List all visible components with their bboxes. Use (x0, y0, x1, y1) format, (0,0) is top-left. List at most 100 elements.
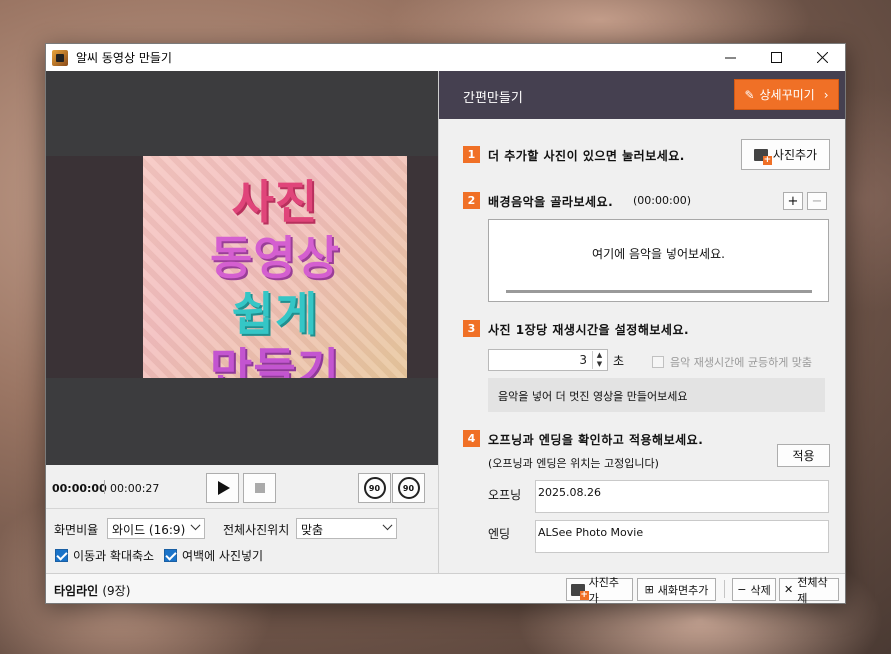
remove-music-button[interactable]: − (807, 192, 827, 210)
detail-decorate-label: 상세꾸미기 (759, 88, 815, 102)
motion-checkbox[interactable]: 이동과 확대축소 (55, 547, 154, 564)
aspect-ratio-select[interactable]: 와이드 (16:9) (107, 518, 205, 539)
apply-button[interactable]: 적용 (777, 444, 830, 467)
sync-to-music-label: 음악 재생시간에 균등하게 맞춤 (670, 356, 813, 369)
close-button[interactable] (799, 44, 845, 71)
preview-side-right (407, 156, 438, 378)
step-1-text: 더 추가할 사진이 있으면 눌러보세요. (488, 149, 685, 163)
plus-icon: + (787, 193, 799, 209)
music-scrollbar[interactable] (506, 290, 812, 293)
opening-value: 2025.08.26 (538, 486, 601, 499)
music-drop-placeholder: 여기에 음악을 넣어보세요. (592, 247, 725, 261)
timeline-count: (9장) (102, 584, 131, 598)
seconds-per-photo-input[interactable]: 3 ▲ ▼ (488, 349, 608, 371)
add-screen-button[interactable]: ⊞ 새화면추가 (637, 578, 716, 601)
total-time: 00:00:27 (110, 482, 160, 495)
add-screen-label: 새화면추가 (657, 583, 709, 597)
close-icon (816, 52, 828, 63)
current-time: 00:00:00 (52, 482, 107, 495)
step-4-number: 4 (463, 430, 480, 447)
checkbox-checked-icon (164, 549, 177, 562)
rotate-right-button[interactable]: 90 (392, 473, 425, 503)
magic-wand-icon: ✎ (744, 87, 755, 102)
detail-decorate-button[interactable]: ✎ 상세꾸미기 › (734, 79, 839, 110)
opening-label: 오프닝 (488, 488, 522, 502)
motion-checkbox-label: 이동과 확대축소 (73, 549, 155, 563)
stop-icon (254, 483, 265, 493)
play-icon (218, 481, 230, 495)
easy-make-panel: 간편만들기 ✎ 상세꾸미기 › 1 더 추가할 사진이 있으면 눌러보세요. +… (438, 71, 845, 573)
app-window: 알씨 동영상 만들기 사진 동영상 쉽게 만들기 00:00:00 00:00:… (45, 43, 846, 605)
add-screen-icon: ⊞ (644, 583, 654, 596)
video-preview: 사진 동영상 쉽게 만들기 (46, 71, 438, 465)
step-4-subtext: (오프닝과 엔딩은 위치는 고정입니다) (488, 457, 659, 470)
maximize-button[interactable] (753, 44, 799, 71)
minus-icon: − (737, 583, 747, 596)
step-1-number: 1 (463, 146, 480, 163)
minimize-button[interactable] (707, 44, 753, 71)
apply-label: 적용 (792, 449, 815, 463)
add-photo-label: 사진추가 (772, 148, 818, 162)
preview-panel: 사진 동영상 쉽게 만들기 00:00:00 00:00:27 90 90 화면… (46, 71, 438, 573)
add-photo-button[interactable]: + 사진추가 (741, 139, 830, 170)
toolbar-divider (724, 580, 725, 598)
title-bar: 알씨 동영상 만들기 (46, 44, 845, 71)
timeline-title-text: 타임라인 (54, 584, 99, 598)
step-2-number: 2 (463, 192, 480, 209)
window-controls (707, 44, 845, 71)
checkbox-unchecked-icon (652, 356, 664, 368)
play-button[interactable] (206, 473, 239, 503)
checkbox-checked-icon (55, 549, 68, 562)
panel-header: 간편만들기 ✎ 상세꾸미기 › (439, 71, 845, 119)
panel-title: 간편만들기 (463, 91, 523, 106)
opening-text-field[interactable]: 2025.08.26 (535, 480, 829, 513)
main-content: 사진 동영상 쉽게 만들기 00:00:00 00:00:27 90 90 화면… (46, 71, 845, 605)
rotate-right-icon: 90 (397, 477, 420, 499)
minus-icon: − (811, 193, 823, 209)
aspect-ratio-value: 와이드 (16:9) (112, 523, 186, 537)
rotate-left-button[interactable]: 90 (358, 473, 391, 503)
music-hint: 음악을 넣어 더 멋진 영상을 만들어보세요 (488, 378, 825, 412)
stop-button[interactable] (243, 473, 276, 503)
window-title: 알씨 동영상 만들기 (76, 51, 172, 65)
spinner-arrows-icon[interactable]: ▲ ▼ (592, 351, 606, 369)
add-photo-icon: + (571, 583, 589, 600)
delete-all-button[interactable]: ✕ 전체삭제 (779, 576, 839, 605)
add-music-button[interactable]: + (783, 192, 803, 210)
maximize-icon (770, 52, 782, 63)
timeline-add-photo-button[interactable]: + 사진추가 (566, 576, 633, 605)
delete-button[interactable]: − 삭제 (732, 578, 776, 601)
aspect-ratio-label: 화면비율 (54, 523, 99, 537)
rotate-left-icon: 90 (363, 477, 386, 499)
chevron-right-icon: › (823, 87, 829, 102)
add-photo-icon: + (753, 148, 772, 165)
preview-side-left (46, 156, 143, 378)
ending-text-field[interactable]: ALSee Photo Movie (535, 520, 829, 553)
chevron-down-icon (190, 520, 201, 531)
ending-label: 엔딩 (488, 527, 511, 541)
timeline-bar: 타임라인 (9장) + 사진추가 ⊞ 새화면추가 − 삭제 ✕ 전체삭제 (46, 573, 845, 605)
playback-controls: 00:00:00 00:00:27 90 90 (46, 465, 438, 509)
margin-photo-checkbox-label: 여백에 사진넣기 (182, 549, 264, 563)
step-2-text: 배경음악을 골라보세요. (488, 195, 614, 209)
margin-photo-checkbox[interactable]: 여백에 사진넣기 (164, 547, 263, 564)
close-icon: ✕ (784, 583, 794, 596)
music-duration: (00:00:00) (633, 194, 691, 207)
music-drop-area[interactable]: 여기에 음악을 넣어보세요. (488, 219, 829, 302)
step-3-number: 3 (463, 320, 480, 337)
timeline-add-photo-label: 사진추가 (588, 575, 619, 605)
step-4-text: 오프닝과 엔딩을 확인하고 적용해보세요. (488, 433, 704, 447)
minimize-icon (724, 57, 736, 59)
chevron-down-icon (382, 520, 393, 531)
delete-label: 삭제 (750, 583, 771, 597)
photo-position-label: 전체사진위치 (223, 523, 290, 537)
time-divider (104, 480, 105, 494)
sync-to-music-checkbox[interactable]: 음악 재생시간에 균등하게 맞춤 (652, 354, 812, 370)
step-3-text: 사진 1장당 재생시간을 설정해보세요. (488, 323, 690, 337)
app-logo-icon (52, 49, 68, 66)
photo-position-value: 맞춤 (301, 523, 324, 537)
timeline-title: 타임라인 (9장) (54, 582, 130, 599)
ending-value: ALSee Photo Movie (538, 526, 644, 539)
photo-position-select[interactable]: 맞춤 (296, 518, 397, 539)
delete-all-label: 전체삭제 (797, 575, 828, 605)
